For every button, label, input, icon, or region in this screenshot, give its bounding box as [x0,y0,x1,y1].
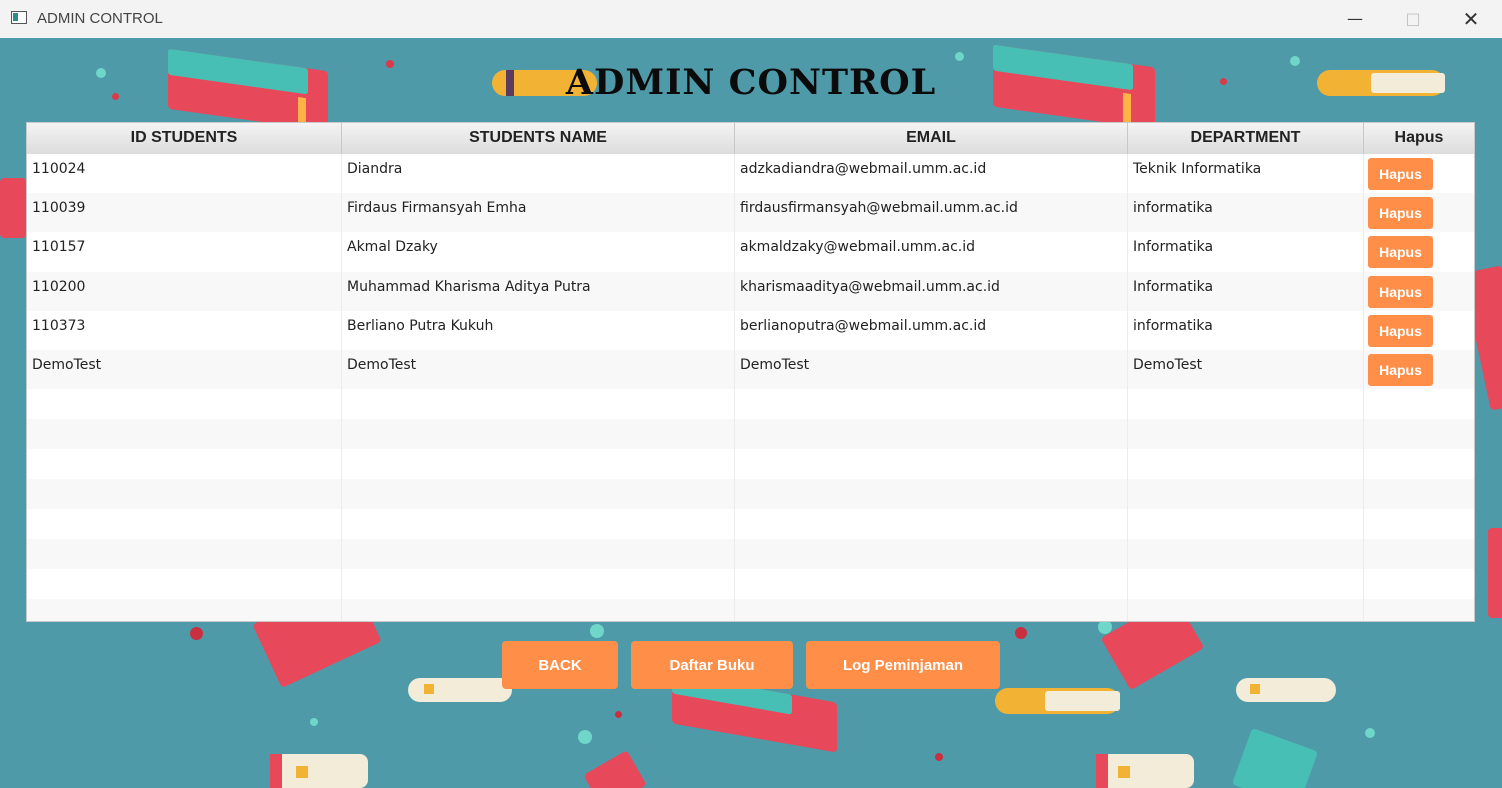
cell-name: Akmal Dzaky [342,232,735,272]
cell-action: Hapus [1364,232,1474,272]
cell-email: adzkadiandra@webmail.umm.ac.id [735,154,1128,193]
cell-name: Berliano Putra Kukuh [342,311,735,350]
cell-email: berlianoputra@webmail.umm.ac.id [735,311,1128,350]
cell-name: Diandra [342,154,735,193]
hapus-button[interactable]: Hapus [1368,236,1433,268]
cell-department: Teknik Informatika [1128,154,1364,193]
empty-row [27,479,1474,509]
cell-name: Firdaus Firmansyah Emha [342,193,735,232]
hapus-button[interactable]: Hapus [1368,354,1433,386]
minimize-icon[interactable]: — [1326,0,1384,38]
column-header-hapus[interactable]: Hapus [1364,123,1474,154]
empty-row [27,569,1474,599]
cell-action: Hapus [1364,193,1474,232]
column-header-email[interactable]: EMAIL [735,123,1128,154]
app-window-icon [11,11,27,24]
cell-action: Hapus [1364,311,1474,350]
cell-id: 110373 [27,311,342,350]
decor-dot [935,753,943,761]
cell-email: akmaldzaky@webmail.umm.ac.id [735,232,1128,272]
decor-dot [1015,627,1027,639]
cell-name: Muhammad Kharisma Aditya Putra [342,272,735,311]
cell-email: kharismaaditya@webmail.umm.ac.id [735,272,1128,311]
empty-row [27,389,1474,419]
cell-id: 110200 [27,272,342,311]
column-header-id[interactable]: ID STUDENTS [27,123,342,154]
table-row[interactable]: 110024 Diandra adzkadiandra@webmail.umm.… [27,154,1474,193]
daftar-buku-button[interactable]: Daftar Buku [631,641,793,689]
back-button[interactable]: BACK [502,641,618,689]
decor-book [270,754,368,788]
cell-id: 110039 [27,193,342,232]
cell-action: Hapus [1364,350,1474,389]
cell-department: informatika [1128,193,1364,232]
table-row[interactable]: DemoTest DemoTest DemoTest DemoTest Hapu… [27,350,1474,389]
window-title: ADMIN CONTROL [37,10,163,27]
cell-department: DemoTest [1128,350,1364,389]
empty-row [27,419,1474,449]
empty-row [27,509,1474,539]
table-row[interactable]: 110200 Muhammad Kharisma Aditya Putra kh… [27,272,1474,311]
hapus-button[interactable]: Hapus [1368,158,1433,190]
cell-email: firdausfirmansyah@webmail.umm.ac.id [735,193,1128,232]
decor-book [995,688,1120,714]
cell-department: Informatika [1128,232,1364,272]
decor-dot [190,627,203,640]
empty-row [27,599,1474,621]
log-peminjaman-button[interactable]: Log Peminjaman [806,641,1000,689]
students-table: ID STUDENTS STUDENTS NAME EMAIL DEPARTME… [26,122,1475,622]
table-row[interactable]: 110039 Firdaus Firmansyah Emha firdausfi… [27,193,1474,232]
close-icon[interactable]: ✕ [1442,0,1500,38]
hapus-button[interactable]: Hapus [1368,197,1433,229]
table-row[interactable]: 110373 Berliano Putra Kukuh berlianoputr… [27,311,1474,350]
cell-action: Hapus [1364,154,1474,193]
decor-dot [578,730,592,744]
decor-book [1488,528,1502,618]
hapus-button[interactable]: Hapus [1368,315,1433,347]
decor-book [583,750,647,788]
decor-book [408,678,512,702]
empty-row [27,449,1474,479]
cell-name: DemoTest [342,350,735,389]
cell-id: DemoTest [27,350,342,389]
decor-dot [590,624,604,638]
decor-dot [615,711,622,718]
cell-id: 110157 [27,232,342,272]
decor-book [0,178,26,238]
table-header: ID STUDENTS STUDENTS NAME EMAIL DEPARTME… [27,123,1474,155]
cell-action: Hapus [1364,272,1474,311]
decor-dot [955,52,964,61]
decor-book [1236,678,1336,702]
cell-id: 110024 [27,154,342,193]
decor-book [1096,754,1194,788]
window-titlebar: ADMIN CONTROL — □ ✕ [0,0,1502,39]
cell-department: Informatika [1128,272,1364,311]
column-header-department[interactable]: DEPARTMENT [1128,123,1364,154]
maximize-icon[interactable]: □ [1384,0,1442,38]
decor-book [1231,727,1319,788]
decor-dot [1365,728,1375,738]
decor-dot [310,718,318,726]
column-header-name[interactable]: STUDENTS NAME [342,123,735,154]
table-row[interactable]: 110157 Akmal Dzaky akmaldzaky@webmail.um… [27,232,1474,272]
cell-email: DemoTest [735,350,1128,389]
empty-row [27,539,1474,569]
cell-department: informatika [1128,311,1364,350]
page-title: ADMIN CONTROL [565,62,937,103]
background-scene: ADMIN CONTROL ID STUDENTS STUDENTS NAME … [0,38,1502,788]
hapus-button[interactable]: Hapus [1368,276,1433,308]
